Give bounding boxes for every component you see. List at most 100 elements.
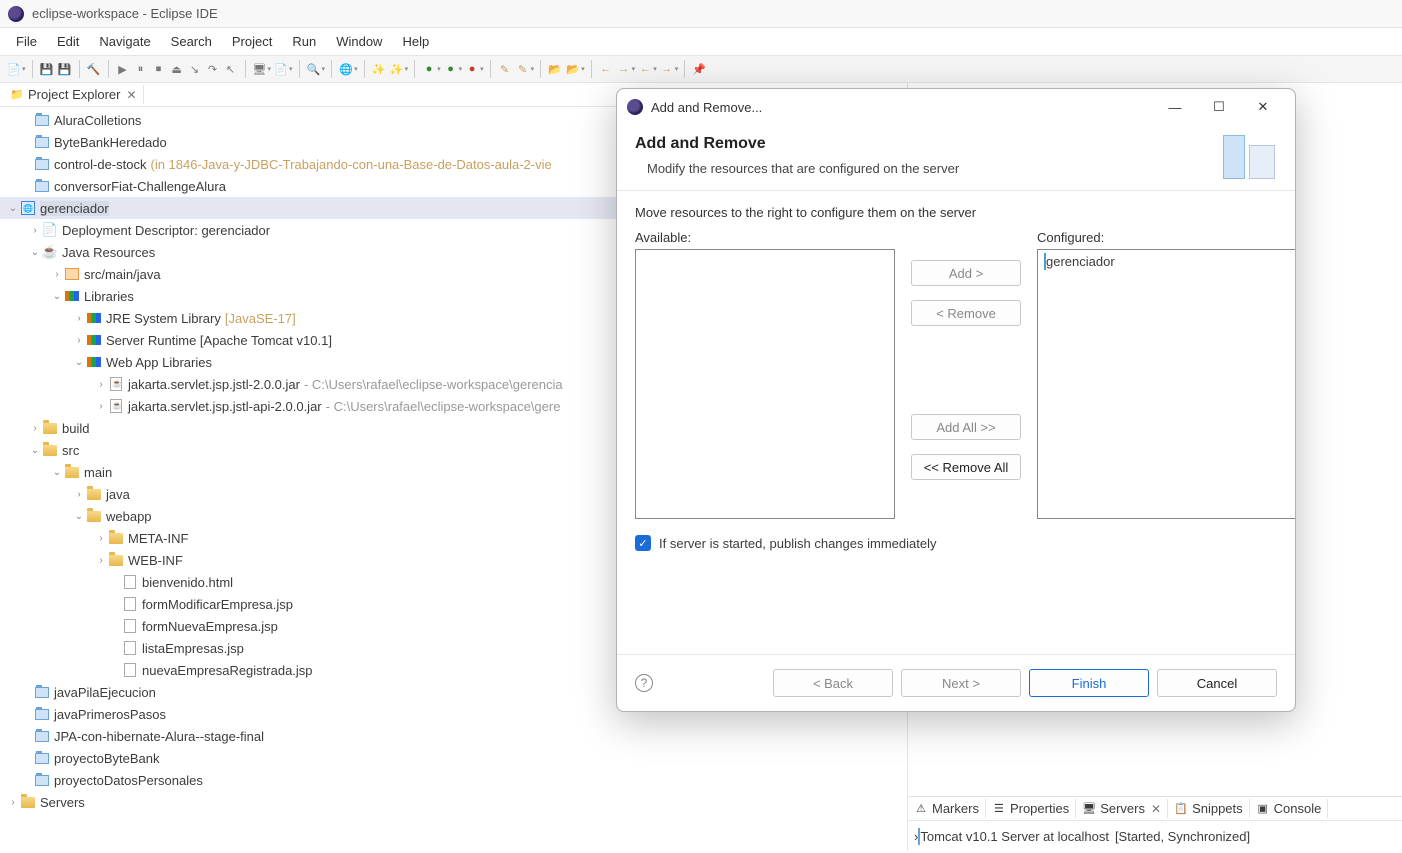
chevron-right-icon[interactable]: › [94, 401, 108, 412]
menu-window[interactable]: Window [326, 30, 392, 53]
next-button[interactable]: Next > [901, 669, 1021, 697]
menu-help[interactable]: Help [392, 30, 439, 53]
chevron-down-icon[interactable]: ⌄ [6, 203, 20, 214]
browser-icon[interactable]: 🌐 [338, 61, 354, 77]
chevron-down-icon[interactable]: ⌄ [72, 357, 86, 368]
build-icon[interactable]: 🔨 [86, 61, 102, 77]
project-explorer-icon: 📁 [10, 88, 24, 102]
debug-pause-icon[interactable]: ⏸ [133, 61, 149, 77]
chevron-down-icon[interactable]: ⌄ [28, 445, 42, 456]
chevron-right-icon[interactable]: › [72, 313, 86, 324]
close-icon[interactable]: ✕ [1241, 92, 1285, 122]
wizard2-icon[interactable]: ✨ [389, 61, 405, 77]
tab-snippets[interactable]: 📋Snippets [1168, 799, 1250, 818]
chevron-right-icon[interactable]: › [28, 423, 42, 434]
dialog-subheading: Modify the resources that are configured… [647, 161, 1277, 176]
available-list[interactable] [635, 249, 895, 519]
tree-item-proyectodp[interactable]: proyectoDatosPersonales [0, 769, 907, 791]
markers-icon: ⚠ [914, 802, 928, 816]
back-icon[interactable]: ← [598, 61, 614, 77]
menu-edit[interactable]: Edit [47, 30, 89, 53]
remove-button[interactable]: < Remove [911, 300, 1021, 326]
chevron-down-icon[interactable]: ⌄ [50, 467, 64, 478]
step-into-icon[interactable]: ↘ [187, 61, 203, 77]
finish-button[interactable]: Finish [1029, 669, 1149, 697]
menu-navigate[interactable]: Navigate [89, 30, 160, 53]
tree-item-jpahib[interactable]: JPA-con-hibernate-Alura--stage-final [0, 725, 907, 747]
forward-icon[interactable]: → [616, 61, 632, 77]
server-state: [Started, Synchronized] [1115, 829, 1250, 844]
next-edit-icon[interactable]: → [659, 61, 675, 77]
debug-stop-icon[interactable]: ⏹ [151, 61, 167, 77]
new-jsp-icon[interactable]: 📄 [273, 61, 289, 77]
chevron-right-icon[interactable]: › [94, 555, 108, 566]
remove-all-button[interactable]: << Remove All [911, 454, 1021, 480]
step-over-icon[interactable]: ↷ [205, 61, 221, 77]
open-type-icon[interactable]: 📂 [547, 61, 563, 77]
chevron-right-icon[interactable]: › [72, 489, 86, 500]
dialog-titlebar[interactable]: Add and Remove... ― ☐ ✕ [617, 89, 1295, 125]
run-icon[interactable]: ● [421, 61, 437, 77]
servers-view[interactable]: › Tomcat v10.1 Server at localhost [Star… [908, 821, 1402, 851]
chevron-right-icon[interactable]: › [94, 379, 108, 390]
back-button[interactable]: < Back [773, 669, 893, 697]
debug-disconnect-icon[interactable]: ⏏ [169, 61, 185, 77]
menu-project[interactable]: Project [222, 30, 282, 53]
chevron-down-icon[interactable]: ⌄ [28, 247, 42, 258]
chevron-right-icon[interactable]: › [50, 269, 64, 280]
saveall-icon[interactable]: 💾 [57, 61, 73, 77]
close-icon[interactable]: ✕ [126, 88, 136, 102]
tree-item-servers[interactable]: ›Servers [0, 791, 907, 813]
chevron-right-icon[interactable]: › [6, 797, 20, 808]
add-remove-dialog: Add and Remove... ― ☐ ✕ Add and Remove M… [616, 88, 1296, 712]
debug-resume-icon[interactable]: ▶ [115, 61, 131, 77]
new-package-icon[interactable]: ✎ [515, 61, 531, 77]
configured-list[interactable]: gerenciador [1037, 249, 1296, 519]
chevron-right-icon[interactable]: › [94, 533, 108, 544]
server-item[interactable]: › Tomcat v10.1 Server at localhost [Star… [914, 825, 1396, 847]
tab-console[interactable]: ▣Console [1250, 799, 1329, 818]
save-icon[interactable]: 💾 [39, 61, 55, 77]
menu-file[interactable]: File [6, 30, 47, 53]
chevron-down-icon[interactable]: ⌄ [72, 511, 86, 522]
menu-run[interactable]: Run [282, 30, 326, 53]
tab-label: Project Explorer [28, 87, 120, 102]
configured-label: Configured: [1037, 230, 1296, 245]
publish-checkbox-row[interactable]: ✓ If server is started, publish changes … [635, 535, 1277, 551]
tab-properties[interactable]: ☰Properties [986, 799, 1076, 818]
wizard-icon[interactable]: ✨ [371, 61, 387, 77]
add-button[interactable]: Add > [911, 260, 1021, 286]
dialog-header: Add and Remove Modify the resources that… [617, 125, 1295, 191]
new-class-icon[interactable]: ✎ [497, 61, 513, 77]
debug-icon[interactable]: ● [443, 61, 459, 77]
move-hint: Move resources to the right to configure… [635, 205, 1277, 220]
open-task-icon[interactable]: 📂 [565, 61, 581, 77]
checkbox-checked-icon[interactable]: ✓ [635, 535, 651, 551]
add-all-button[interactable]: Add All >> [911, 414, 1021, 440]
chevron-right-icon[interactable]: › [28, 225, 42, 236]
step-return-icon[interactable]: ↖ [223, 61, 239, 77]
minimize-icon[interactable]: ― [1153, 92, 1197, 122]
pin-icon[interactable]: 📌 [691, 61, 707, 77]
tree-item-proyectobb[interactable]: proyectoByteBank [0, 747, 907, 769]
toolbar: 📄▾ 💾 💾 🔨 ▶ ⏸ ⏹ ⏏ ↘ ↷ ↖ 🖥▾ 📄▾ 🔍▾ 🌐▾ ✨ ✨▾ … [0, 55, 1402, 83]
search-icon[interactable]: 🔍 [306, 61, 322, 77]
chevron-right-icon[interactable]: › [72, 335, 86, 346]
chevron-down-icon[interactable]: ⌄ [50, 291, 64, 302]
new-server-icon[interactable]: 🖥 [252, 61, 268, 77]
close-icon[interactable]: ✕ [1151, 802, 1161, 816]
cancel-button[interactable]: Cancel [1157, 669, 1277, 697]
menubar: File Edit Navigate Search Project Run Wi… [0, 28, 1402, 55]
new-icon[interactable]: 📄 [6, 61, 22, 77]
eclipse-icon [8, 6, 24, 22]
last-edit-icon[interactable]: ← [637, 61, 653, 77]
maximize-icon[interactable]: ☐ [1197, 92, 1241, 122]
help-icon[interactable]: ? [635, 674, 653, 692]
tab-servers[interactable]: 🖥Servers✕ [1076, 799, 1168, 818]
tab-markers[interactable]: ⚠Markers [908, 799, 986, 818]
menu-search[interactable]: Search [161, 30, 222, 53]
console-icon: ▣ [1256, 802, 1270, 816]
configured-item[interactable]: gerenciador [1038, 250, 1296, 272]
coverage-icon[interactable]: ● [464, 61, 480, 77]
tab-project-explorer[interactable]: 📁 Project Explorer ✕ [4, 85, 144, 104]
